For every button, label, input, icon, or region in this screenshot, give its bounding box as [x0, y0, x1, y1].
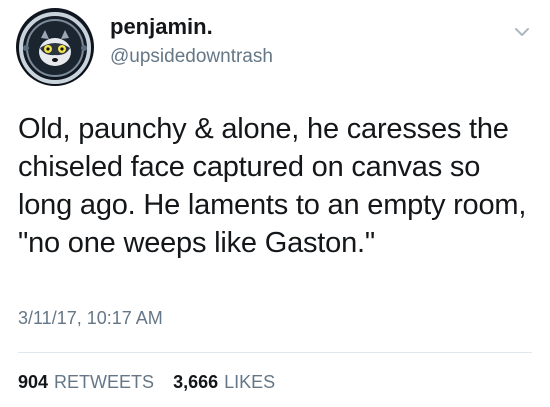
tweet-card: penjamin. @upsidedowntrash Old, paunchy … — [0, 0, 550, 407]
likes-label: LIKES — [224, 372, 276, 392]
likes-stat[interactable]: 3,666 LIKES — [173, 372, 275, 393]
avatar[interactable] — [16, 8, 94, 86]
divider — [18, 352, 532, 353]
retweets-label: RETWEETS — [54, 372, 155, 392]
retweets-count: 904 — [18, 372, 49, 392]
tweet-stats: 904 RETWEETS 3,666 LIKES — [18, 372, 289, 393]
likes-count: 3,666 — [173, 372, 219, 392]
astronaut-raccoon-avatar — [19, 12, 91, 84]
user-handle[interactable]: @upsidedowntrash — [110, 46, 273, 68]
tweet-timestamp[interactable]: 3/11/17, 10:17 AM — [18, 308, 163, 329]
display-name[interactable]: penjamin. — [110, 14, 213, 40]
tweet-text: Old, paunchy & alone, he caresses the ch… — [18, 113, 527, 259]
retweets-stat[interactable]: 904 RETWEETS — [18, 372, 154, 393]
chevron-down-icon[interactable] — [512, 22, 532, 42]
